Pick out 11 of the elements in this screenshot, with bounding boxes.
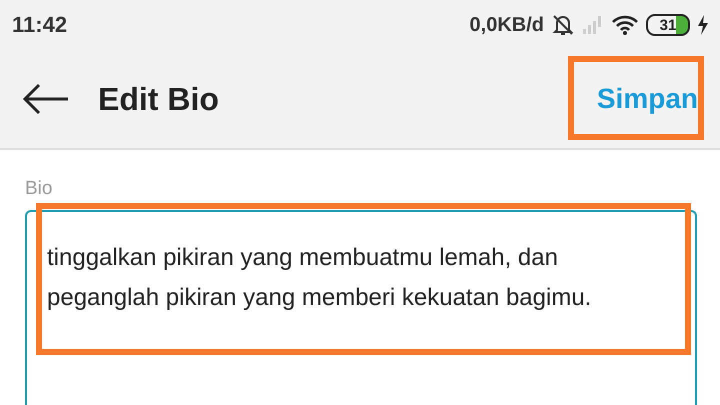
signal-icon — [582, 15, 604, 35]
muted-bell-icon — [552, 13, 574, 37]
network-speed: 0,0KB/d — [470, 14, 544, 36]
wifi-icon — [612, 15, 638, 35]
status-time: 11:42 — [12, 12, 68, 38]
battery-percent: 31 — [660, 16, 676, 34]
bio-field[interactable]: tinggalkan pikiran yang membuatmu lemah, dan peganglah pikiran yang memberi kekuatan bagimu. — [25, 210, 697, 405]
back-arrow-icon[interactable] — [22, 83, 70, 115]
charging-icon — [698, 15, 708, 35]
field-label: Bio — [25, 178, 54, 200]
screen-title: Edit Bio — [98, 80, 220, 118]
